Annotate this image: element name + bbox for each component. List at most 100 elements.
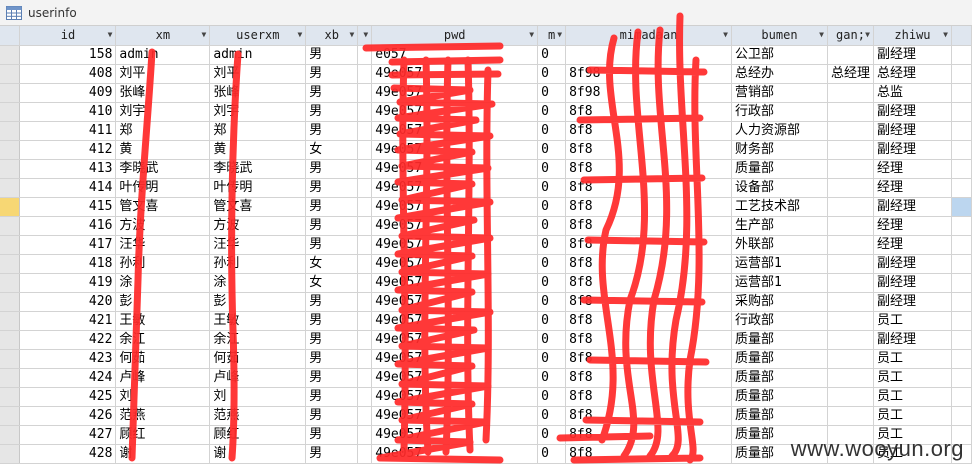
cell-pwd[interactable]: 49e057 bbox=[371, 406, 539, 426]
cell-bumen[interactable]: 营销部 bbox=[731, 83, 828, 103]
cell-zhiwu[interactable]: 副经理 bbox=[873, 197, 952, 217]
cell-bumen[interactable]: 公卫部 bbox=[731, 45, 828, 65]
cell-bumen[interactable]: 质量部 bbox=[731, 159, 828, 179]
cell-xb[interactable]: 男 bbox=[305, 83, 359, 103]
cell-xm[interactable]: 刘平 bbox=[115, 64, 211, 84]
cell-mimadaan[interactable] bbox=[565, 45, 732, 65]
cell-xb[interactable]: 男 bbox=[305, 349, 359, 369]
cell-m[interactable]: 0 bbox=[537, 406, 567, 426]
dropdown-arrow-icon[interactable]: ▼ bbox=[723, 26, 728, 44]
cell-c5[interactable] bbox=[357, 235, 373, 255]
cell-gang[interactable] bbox=[827, 292, 874, 312]
row-selector[interactable] bbox=[0, 102, 21, 122]
cell-xb[interactable]: 男 bbox=[305, 45, 359, 65]
cell-xm[interactable]: 刘 bbox=[115, 387, 211, 407]
cell-zhiwu[interactable]: 员工 bbox=[873, 349, 952, 369]
row-selector[interactable] bbox=[0, 235, 21, 255]
cell-gang[interactable] bbox=[827, 330, 874, 350]
cell-xm[interactable]: 谢 bbox=[115, 444, 211, 464]
cell-bumen[interactable]: 质量部 bbox=[731, 387, 828, 407]
cell-id[interactable]: 421 bbox=[19, 311, 117, 331]
column-header-xm[interactable]: xm ▼ bbox=[115, 26, 211, 46]
table-row[interactable]: 412 黄黄女 49e057 0 8f8 财务部 副经理 bbox=[0, 140, 972, 160]
cell-bumen[interactable]: 设备部 bbox=[731, 178, 828, 198]
cell-userxm[interactable]: 何茹 bbox=[209, 349, 307, 369]
row-selector[interactable] bbox=[0, 216, 21, 236]
cell-xb[interactable]: 男 bbox=[305, 425, 359, 445]
cell-bumen[interactable]: 总经办 bbox=[731, 64, 828, 84]
cell-zhiwu[interactable]: 副经理 bbox=[873, 140, 952, 160]
cell-gang[interactable] bbox=[827, 121, 874, 141]
cell-zhiwu[interactable]: 员工 bbox=[873, 387, 952, 407]
table-row[interactable]: 409 张峰 张峰男 49e057 0 8f98 营销部 总监 bbox=[0, 83, 972, 103]
cell-gang[interactable] bbox=[827, 235, 874, 255]
cell-pwd[interactable]: 49e057 bbox=[371, 140, 539, 160]
cell-mimadaan[interactable]: 8f8 bbox=[565, 349, 732, 369]
cell-gang[interactable] bbox=[827, 349, 874, 369]
cell-xb[interactable]: 男 bbox=[305, 121, 359, 141]
cell-bumen[interactable]: 运营部1 bbox=[731, 254, 828, 274]
cell-id[interactable]: 158 bbox=[19, 45, 117, 65]
cell-extra[interactable] bbox=[951, 330, 972, 350]
cell-bumen[interactable]: 外联部 bbox=[731, 235, 828, 255]
cell-xb[interactable]: 男 bbox=[305, 102, 359, 122]
cell-c5[interactable] bbox=[357, 178, 373, 198]
cell-userxm[interactable]: 卢峰 bbox=[209, 368, 307, 388]
cell-pwd[interactable]: 49e057 bbox=[371, 197, 539, 217]
cell-extra[interactable] bbox=[951, 102, 972, 122]
cell-pwd[interactable]: 49e057 bbox=[371, 273, 539, 293]
cell-xb[interactable]: 女 bbox=[305, 140, 359, 160]
row-selector[interactable] bbox=[0, 121, 21, 141]
cell-c5[interactable] bbox=[357, 159, 373, 179]
cell-bumen[interactable]: 生产部 bbox=[731, 216, 828, 236]
table-row[interactable]: 420 彭彭男 49e057 0 8f8 采购部 副经理 bbox=[0, 292, 972, 312]
cell-gang[interactable] bbox=[827, 197, 874, 217]
column-header-extra[interactable] bbox=[951, 26, 972, 46]
cell-mimadaan[interactable]: 8f8 bbox=[565, 292, 732, 312]
cell-c5[interactable] bbox=[357, 406, 373, 426]
cell-id[interactable]: 419 bbox=[19, 273, 117, 293]
cell-c5[interactable] bbox=[357, 254, 373, 274]
cell-id[interactable]: 427 bbox=[19, 425, 117, 445]
cell-pwd[interactable]: 49e057 bbox=[371, 216, 539, 236]
cell-c5[interactable] bbox=[357, 273, 373, 293]
cell-userxm[interactable]: admin bbox=[209, 45, 307, 65]
row-selector[interactable] bbox=[0, 273, 21, 293]
cell-id[interactable]: 414 bbox=[19, 178, 117, 198]
cell-c5[interactable] bbox=[357, 425, 373, 445]
column-header-bumen[interactable]: bumen ▼ bbox=[731, 26, 828, 46]
row-selector[interactable] bbox=[0, 349, 21, 369]
cell-zhiwu[interactable]: 总监 bbox=[873, 83, 952, 103]
dropdown-arrow-icon[interactable]: ▼ bbox=[202, 26, 207, 44]
cell-extra[interactable] bbox=[951, 273, 972, 293]
cell-mimadaan[interactable]: 8f8 bbox=[565, 311, 732, 331]
cell-m[interactable]: 0 bbox=[537, 45, 567, 65]
column-header-c5[interactable]: ▼ bbox=[357, 26, 373, 46]
row-selector[interactable] bbox=[0, 292, 21, 312]
cell-bumen[interactable]: 质量部 bbox=[731, 406, 828, 426]
cell-extra[interactable] bbox=[951, 121, 972, 141]
dropdown-arrow-icon[interactable]: ▼ bbox=[297, 26, 302, 44]
cell-id[interactable]: 408 bbox=[19, 64, 117, 84]
cell-m[interactable]: 0 bbox=[537, 140, 567, 160]
cell-id[interactable]: 415 bbox=[19, 197, 117, 217]
cell-xm[interactable]: 王敏 bbox=[115, 311, 211, 331]
cell-pwd[interactable]: 49e057 bbox=[371, 349, 539, 369]
cell-bumen[interactable]: 质量部 bbox=[731, 349, 828, 369]
table-row[interactable]: 415 管文喜 管文喜男 49e057 0 8f8 工艺技术部 副经理 bbox=[0, 197, 972, 217]
cell-xm[interactable]: 范燕 bbox=[115, 406, 211, 426]
cell-c5[interactable] bbox=[357, 64, 373, 84]
cell-userxm[interactable]: 孙利 bbox=[209, 254, 307, 274]
cell-zhiwu[interactable]: 总经理 bbox=[873, 64, 952, 84]
cell-zhiwu[interactable]: 副经理 bbox=[873, 273, 952, 293]
cell-m[interactable]: 0 bbox=[537, 368, 567, 388]
cell-userxm[interactable]: 汪华 bbox=[209, 235, 307, 255]
cell-gang[interactable] bbox=[827, 140, 874, 160]
cell-m[interactable]: 0 bbox=[537, 425, 567, 445]
cell-xm[interactable]: 卢峰 bbox=[115, 368, 211, 388]
table-row[interactable]: 413 李晓武 李晓武男 49e057 0 8f8 质量部 经理 bbox=[0, 159, 972, 179]
cell-pwd[interactable]: 49e057 bbox=[371, 159, 539, 179]
row-selector[interactable] bbox=[0, 83, 21, 103]
cell-id[interactable]: 410 bbox=[19, 102, 117, 122]
cell-mimadaan[interactable]: 8f8 bbox=[565, 178, 732, 198]
